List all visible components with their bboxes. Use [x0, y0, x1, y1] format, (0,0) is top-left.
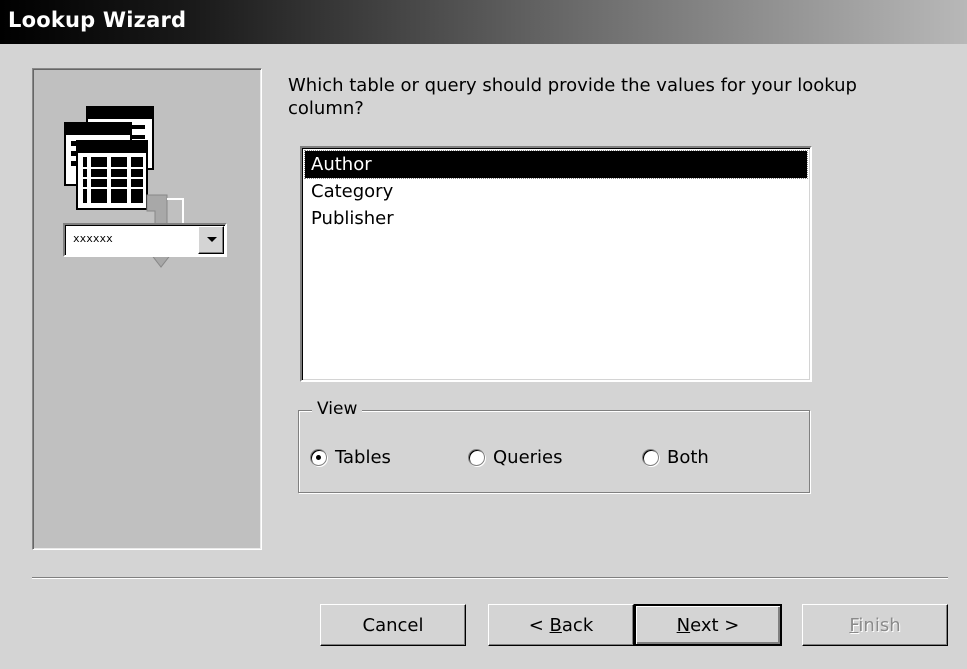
wizard-illustration-panel: xxxxxx	[32, 68, 262, 550]
footer-separator	[32, 577, 948, 579]
radio-queries[interactable]: Queries	[468, 447, 563, 468]
list-item-author[interactable]: Author	[304, 150, 808, 179]
cancel-button[interactable]: Cancel	[320, 604, 466, 646]
radio-both-label: Both	[667, 447, 709, 468]
lookup-wizard-window: Lookup Wizard xxxxxx Which table or quer…	[0, 0, 967, 669]
finish-rest: inish	[858, 614, 901, 636]
back-button[interactable]: < Back	[488, 604, 634, 646]
back-rest: ack	[561, 614, 594, 636]
radio-tables-label: Tables	[335, 447, 391, 468]
back-prefix: <	[528, 614, 550, 636]
back-mnemonic: B	[549, 614, 562, 636]
radio-tables[interactable]: Tables	[310, 447, 391, 468]
next-mnemonic: N	[676, 614, 691, 636]
view-group-label: View	[312, 399, 363, 419]
radio-queries-indicator[interactable]	[468, 449, 485, 466]
next-button-label: Next >	[677, 615, 740, 636]
title-bar[interactable]: Lookup Wizard	[0, 0, 967, 44]
list-item-publisher[interactable]: Publisher	[305, 205, 807, 232]
window-title: Lookup Wizard	[8, 8, 187, 32]
radio-tables-indicator[interactable]	[310, 449, 327, 466]
finish-button-label: Finish	[849, 615, 900, 636]
chevron-down-icon	[207, 237, 217, 242]
cancel-button-label: Cancel	[362, 614, 424, 636]
table-query-listbox[interactable]: Author Category Publisher	[300, 146, 812, 382]
next-button[interactable]: Next >	[634, 604, 782, 646]
finish-button[interactable]: Finish	[802, 604, 948, 646]
radio-both[interactable]: Both	[642, 447, 709, 468]
list-item-category[interactable]: Category	[305, 178, 807, 205]
wizard-prompt-text: Which table or query should provide the …	[288, 75, 857, 119]
illustration-combo-text: xxxxxx	[73, 232, 113, 245]
radio-queries-label: Queries	[493, 447, 563, 468]
next-rest: ext >	[690, 614, 740, 636]
illustration-combo-dropdown-button	[198, 226, 224, 254]
back-button-label: < Back	[529, 615, 594, 636]
illustration-combo-box: xxxxxx	[63, 223, 227, 257]
radio-both-indicator[interactable]	[642, 449, 659, 466]
